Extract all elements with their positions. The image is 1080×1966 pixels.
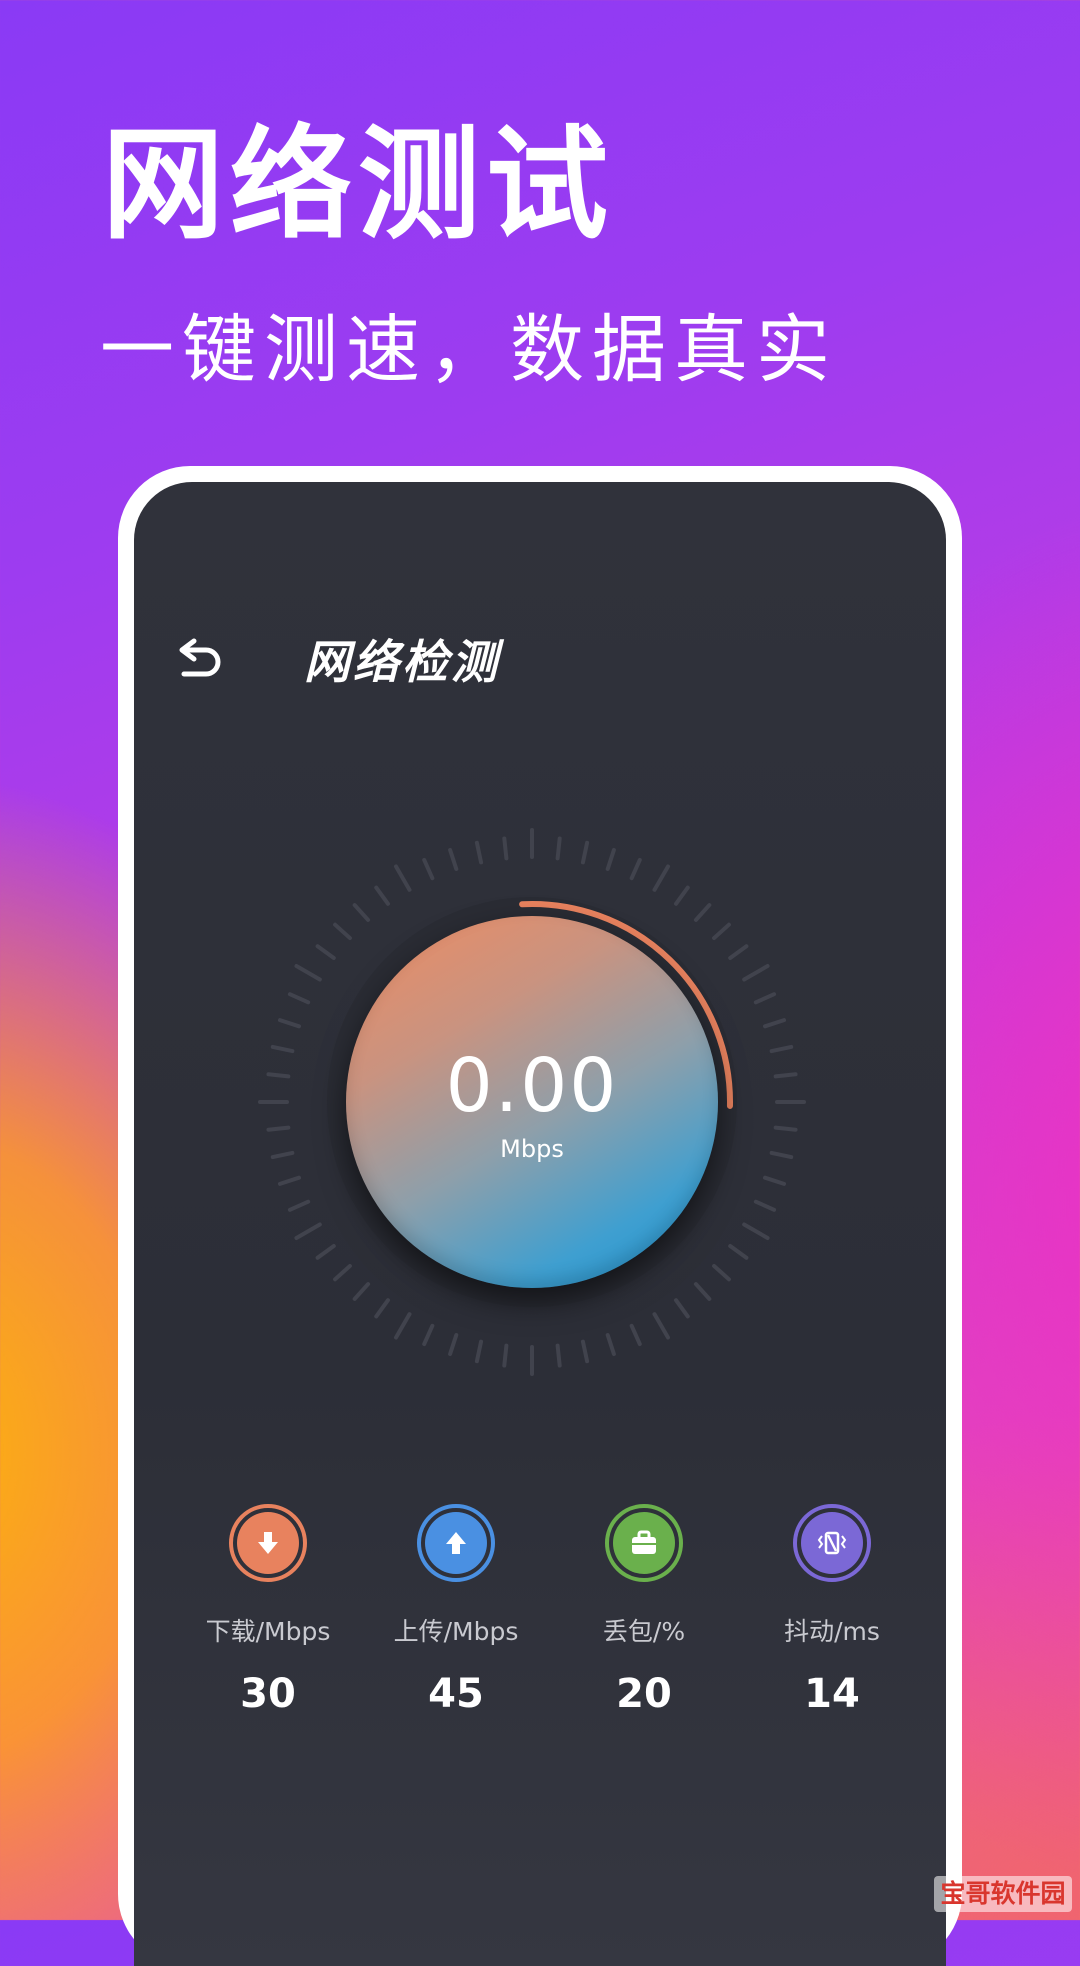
dial-tick	[266, 1072, 291, 1079]
dial-tick	[652, 1312, 670, 1340]
dial-tick	[712, 1263, 731, 1282]
watermark-logo: 宝哥软件园	[934, 1876, 1072, 1912]
stat-value: 45	[428, 1671, 484, 1717]
dial-tick	[333, 1263, 352, 1282]
dial-tick	[769, 1150, 794, 1160]
dial-tick	[277, 1175, 301, 1186]
speed-value: 0.00	[445, 1043, 619, 1129]
stat-label: 抖动/ms	[784, 1617, 880, 1646]
dial-tick	[674, 1298, 690, 1319]
dial-tick	[555, 836, 562, 861]
speed-gauge[interactable]: 0.00 Mbps	[346, 916, 718, 1288]
dial-tick	[394, 1312, 412, 1340]
dial-tick	[580, 840, 590, 865]
dial-tick	[287, 992, 311, 1005]
speed-dial: 0.00 Mbps	[252, 822, 812, 1382]
dial-tick	[270, 1044, 295, 1054]
dial-tick	[773, 1072, 798, 1079]
app-screen: 网络检测 0.00 Mbps 下载/Mbps 30 上传/Mbps 45 丢包/…	[134, 482, 946, 1966]
dial-tick	[605, 847, 616, 871]
dial-tick	[652, 864, 670, 892]
dial-tick	[605, 1333, 616, 1357]
dial-tick	[712, 922, 731, 941]
dial-tick	[270, 1150, 295, 1160]
dial-tick	[580, 1339, 590, 1364]
dial-tick	[374, 1298, 390, 1319]
dial-tick	[448, 1333, 459, 1357]
stat-jitter: 抖动/ms 14	[738, 1504, 926, 1724]
back-arrow-icon[interactable]	[174, 636, 226, 688]
dial-tick	[394, 864, 412, 892]
dial-tick	[502, 1343, 509, 1368]
stat-value: 14	[804, 1671, 860, 1717]
stat-upload: 上传/Mbps 45	[362, 1504, 550, 1724]
speed-unit: Mbps	[500, 1135, 564, 1163]
briefcase-icon	[605, 1504, 683, 1582]
promo-headline: 网络测试	[102, 114, 614, 256]
dial-tick	[374, 885, 390, 906]
dial-tick	[333, 922, 352, 941]
dial-tick	[294, 964, 322, 982]
dial-tick	[266, 1125, 291, 1132]
dial-tick	[763, 1175, 787, 1186]
dial-tick	[352, 1282, 371, 1301]
dial-tick	[422, 857, 435, 881]
dial-tick	[773, 1125, 798, 1132]
dial-tick	[753, 992, 777, 1005]
dial-tick	[769, 1044, 794, 1054]
dial-tick	[629, 1323, 642, 1347]
phone-frame: 网络检测 0.00 Mbps 下载/Mbps 30 上传/Mbps 45 丢包/…	[118, 466, 962, 1966]
dial-tick	[629, 857, 642, 881]
dial-tick	[693, 903, 712, 922]
dial-tick	[555, 1343, 562, 1368]
dial-tick	[753, 1199, 777, 1212]
screen-title: 网络检测	[304, 635, 500, 689]
dial-tick	[763, 1018, 787, 1029]
dial-tick	[502, 836, 509, 861]
dial-tick	[474, 840, 484, 865]
dial-tick	[277, 1018, 301, 1029]
stat-label: 下载/Mbps	[205, 1617, 331, 1646]
promo-subline: 一键测速，数据真实	[100, 307, 838, 393]
dial-tick	[287, 1199, 311, 1212]
dial-tick	[448, 847, 459, 871]
stat-value: 30	[240, 1671, 296, 1717]
dial-tick	[674, 885, 690, 906]
stat-label: 丢包/%	[602, 1617, 686, 1646]
dial-tick	[728, 944, 749, 960]
dial-tick	[315, 944, 336, 960]
dial-tick	[742, 1222, 770, 1240]
dial-tick	[294, 1222, 322, 1240]
dial-tick	[315, 1244, 336, 1260]
download-icon	[229, 1504, 307, 1582]
dial-tick	[474, 1339, 484, 1364]
dial-tick	[728, 1244, 749, 1260]
vibrate-icon	[793, 1504, 871, 1582]
stat-download: 下载/Mbps 30	[174, 1504, 362, 1724]
top-bar: 网络检测	[174, 632, 774, 692]
dial-tick	[352, 903, 371, 922]
dial-tick	[422, 1323, 435, 1347]
stats-row: 下载/Mbps 30 上传/Mbps 45 丢包/% 20 抖动/ms 14	[174, 1504, 926, 1724]
upload-icon	[417, 1504, 495, 1582]
stat-packet-loss: 丢包/% 20	[550, 1504, 738, 1724]
stat-value: 20	[616, 1671, 672, 1717]
dial-tick	[693, 1282, 712, 1301]
stat-label: 上传/Mbps	[393, 1617, 519, 1646]
dial-tick	[742, 964, 770, 982]
